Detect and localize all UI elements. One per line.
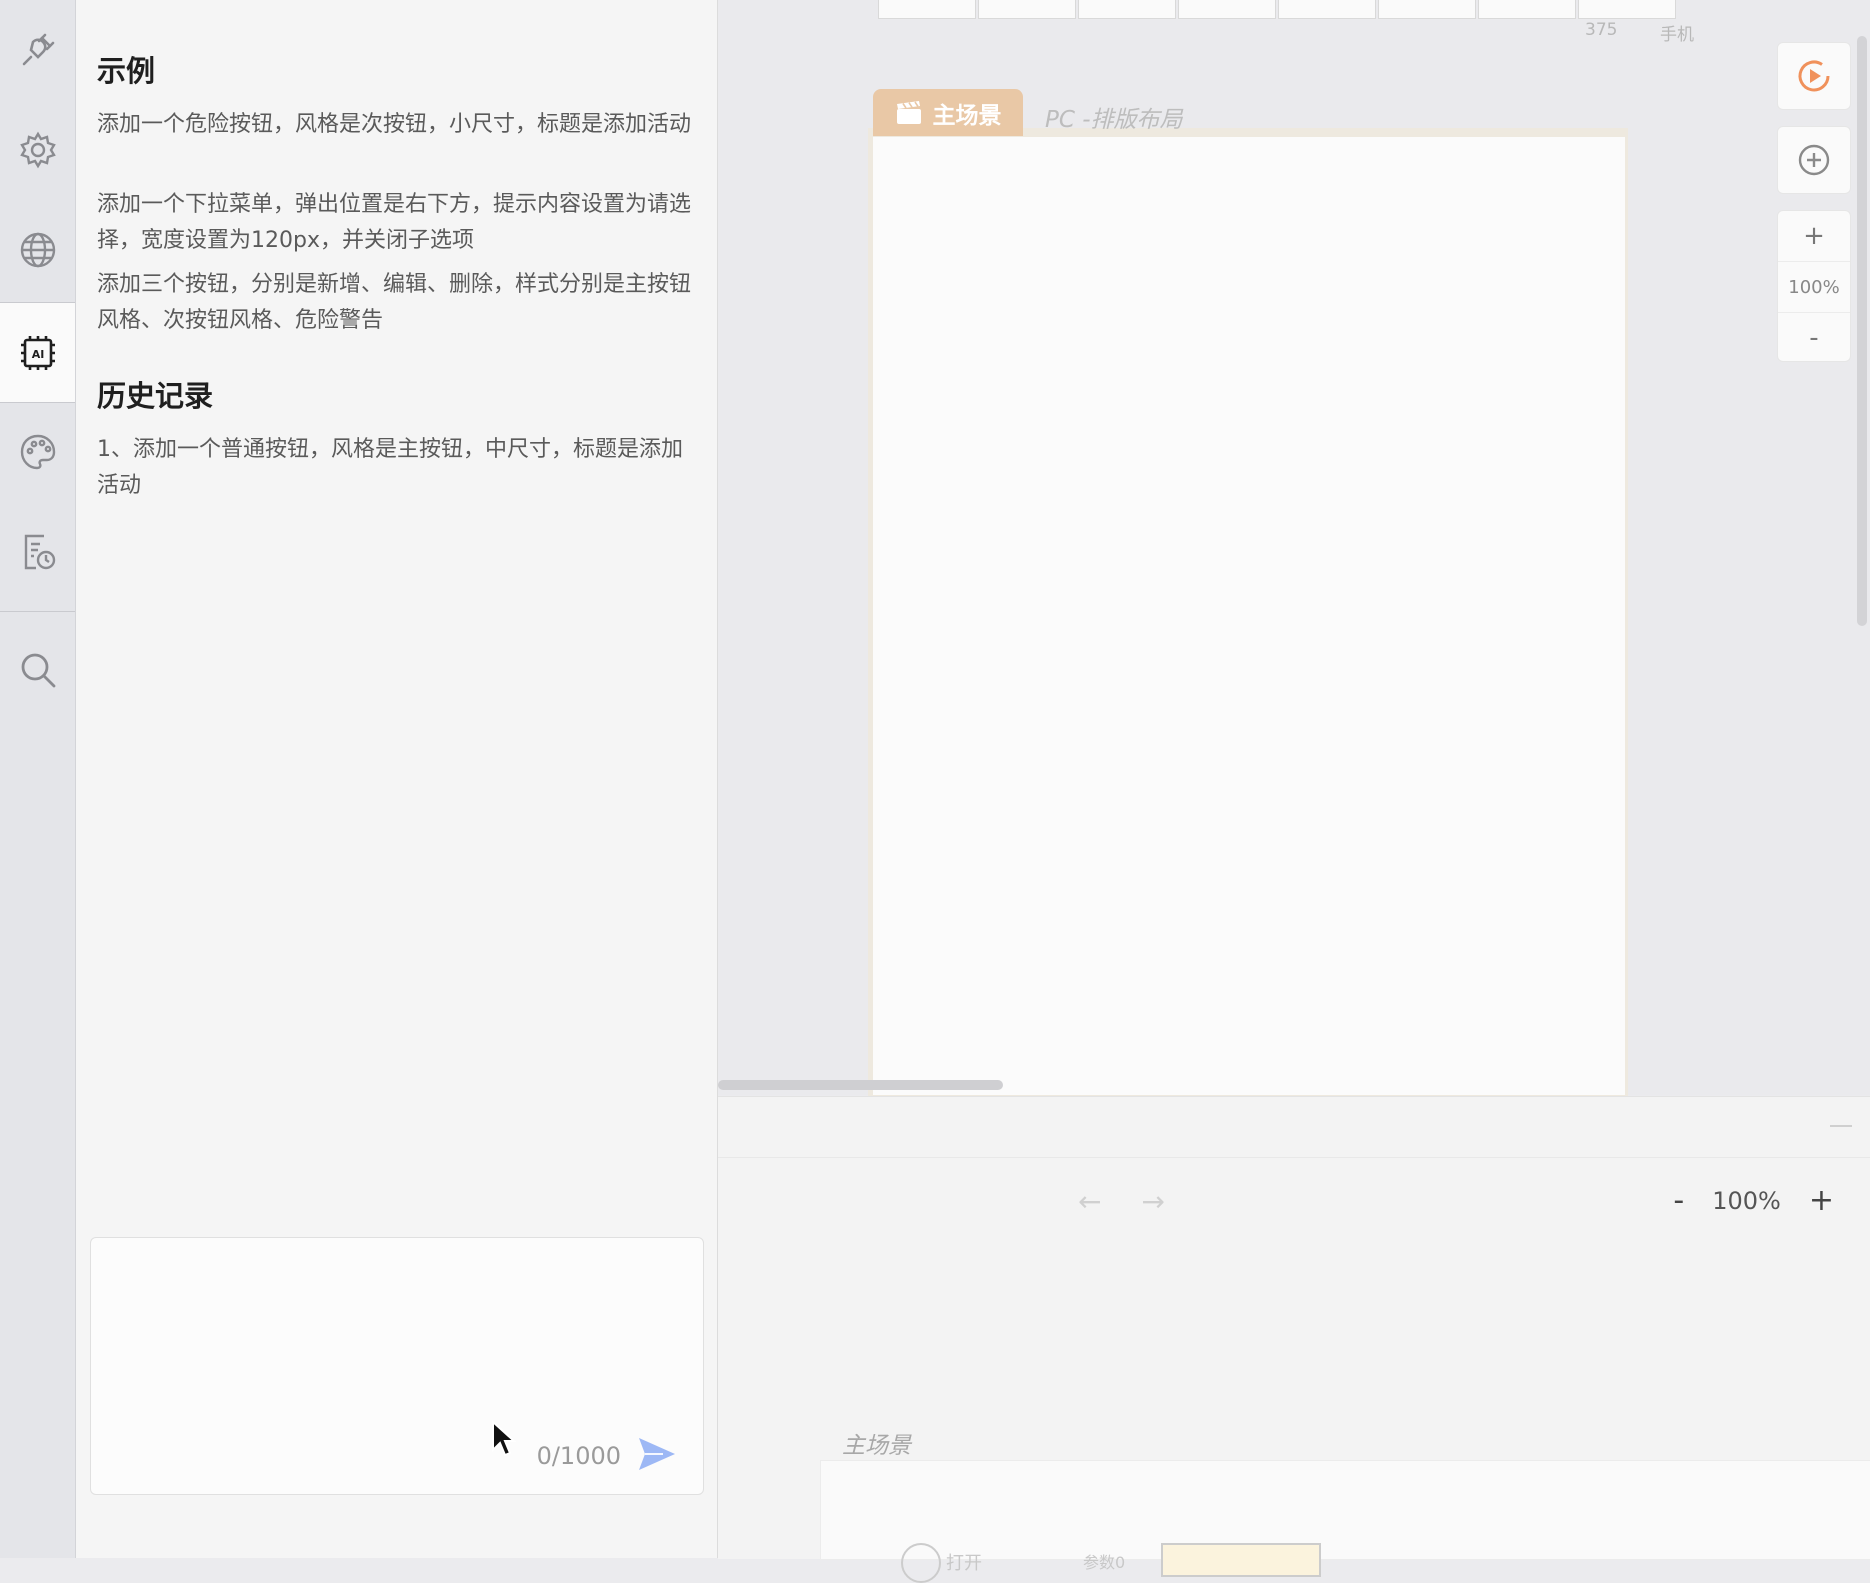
ruler-segment <box>1478 0 1576 19</box>
ruler-segment <box>1378 0 1476 19</box>
horizontal-scrollbar[interactable] <box>718 1080 1003 1090</box>
example-item[interactable]: 添加一个危险按钮，风格是次按钮，小尺寸，标题是添加活动 <box>97 107 697 143</box>
logic-scene-label: 主场景 <box>842 1433 911 1459</box>
plus-circle-icon <box>1798 144 1830 176</box>
ruler-segment <box>878 0 976 19</box>
logic-panel-header <box>718 1097 1870 1158</box>
logic-param-box[interactable] <box>1161 1543 1321 1577</box>
mouse-cursor-icon <box>492 1420 517 1457</box>
ruler-label: 手机 <box>1660 25 1694 45</box>
zoom-out-button[interactable]: - <box>1778 313 1850 363</box>
logic-zoom-control: - 100% + <box>1673 1183 1834 1218</box>
preview-button[interactable] <box>1777 42 1851 110</box>
palette-icon <box>20 434 55 470</box>
icon-rail: AI <box>0 0 76 1558</box>
char-counter: 0/1000 <box>536 1442 621 1470</box>
gear-icon <box>19 131 56 169</box>
scene-tab-main[interactable]: 主场景 <box>873 89 1023 136</box>
scene-tab-label: 主场景 <box>932 102 1002 129</box>
zoom-in-button[interactable]: + <box>1778 211 1850 261</box>
history-item[interactable]: 1、添加一个普通按钮，风格是主按钮，中尺寸，标题是添加活动 <box>97 432 697 504</box>
zoom-value: 100% <box>1778 261 1850 313</box>
rail-item-ai[interactable]: AI <box>0 303 75 403</box>
layout-label: PC -排版布局 <box>1045 107 1183 133</box>
logic-zoom-value: 100% <box>1712 1186 1781 1215</box>
plug-icon <box>22 33 54 66</box>
page-artboard[interactable] <box>873 137 1625 1095</box>
logic-zoom-in-button[interactable]: + <box>1809 1183 1834 1218</box>
svg-text:AI: AI <box>31 348 44 361</box>
rail-item-globe[interactable] <box>0 200 75 300</box>
play-circle-icon <box>1798 60 1830 92</box>
ruler-segment <box>1078 0 1176 19</box>
logic-node-label: 打开 <box>946 1553 982 1574</box>
logic-zoom-out-button[interactable]: - <box>1673 1183 1684 1218</box>
vertical-scrollbar[interactable] <box>1857 36 1867 626</box>
example-item[interactable]: 添加一个下拉菜单，弹出位置是右下方，提示内容设置为请选择，宽度设置为120px，… <box>97 187 697 259</box>
ruler-segment <box>1578 0 1676 19</box>
history-nav: ← → <box>1078 1185 1165 1218</box>
logic-node-port[interactable] <box>901 1543 941 1583</box>
ai-assistant-panel: 示例 添加一个危险按钮，风格是次按钮，小尺寸，标题是添加活动 添加一个下拉菜单，… <box>76 0 718 1558</box>
ruler-label: 375 <box>1585 20 1618 40</box>
rail-item-history[interactable] <box>0 502 75 602</box>
minimize-icon[interactable] <box>1830 1125 1852 1127</box>
examples-title: 示例 <box>97 54 156 88</box>
rail-item-theme[interactable] <box>0 402 75 502</box>
canvas-zoom-control: + 100% - <box>1777 210 1851 362</box>
globe-icon <box>20 232 55 268</box>
clapperboard-icon <box>896 100 921 124</box>
rail-item-settings[interactable] <box>0 100 75 200</box>
rail-item-search[interactable] <box>0 620 75 720</box>
search-icon <box>21 653 55 688</box>
ruler-segment <box>978 0 1076 19</box>
ai-chip-icon: AI <box>20 336 55 370</box>
example-item[interactable]: 添加三个按钮，分别是新增、编辑、删除，样式分别是主按钮风格、次按钮风格、危险警告 <box>97 267 697 339</box>
logic-param-label: 参数0 <box>1083 1553 1126 1572</box>
send-icon[interactable] <box>637 1434 677 1474</box>
ruler-segment <box>1278 0 1376 19</box>
redo-arrow-icon[interactable]: → <box>1141 1185 1164 1218</box>
logic-scene-card[interactable]: 打开 参数0 <box>820 1460 1870 1583</box>
prompt-input[interactable]: 0/1000 <box>90 1237 704 1495</box>
clipboard-clock-icon <box>24 534 55 570</box>
ruler-segment <box>1178 0 1276 19</box>
rail-item-plugin[interactable] <box>0 0 75 100</box>
design-canvas[interactable]: 375 手机 主场景 PC -排版布局 + 100% - <box>718 0 1870 1098</box>
add-button[interactable] <box>1777 126 1851 194</box>
undo-arrow-icon[interactable]: ← <box>1078 1185 1101 1218</box>
history-title: 历史记录 <box>97 379 214 413</box>
